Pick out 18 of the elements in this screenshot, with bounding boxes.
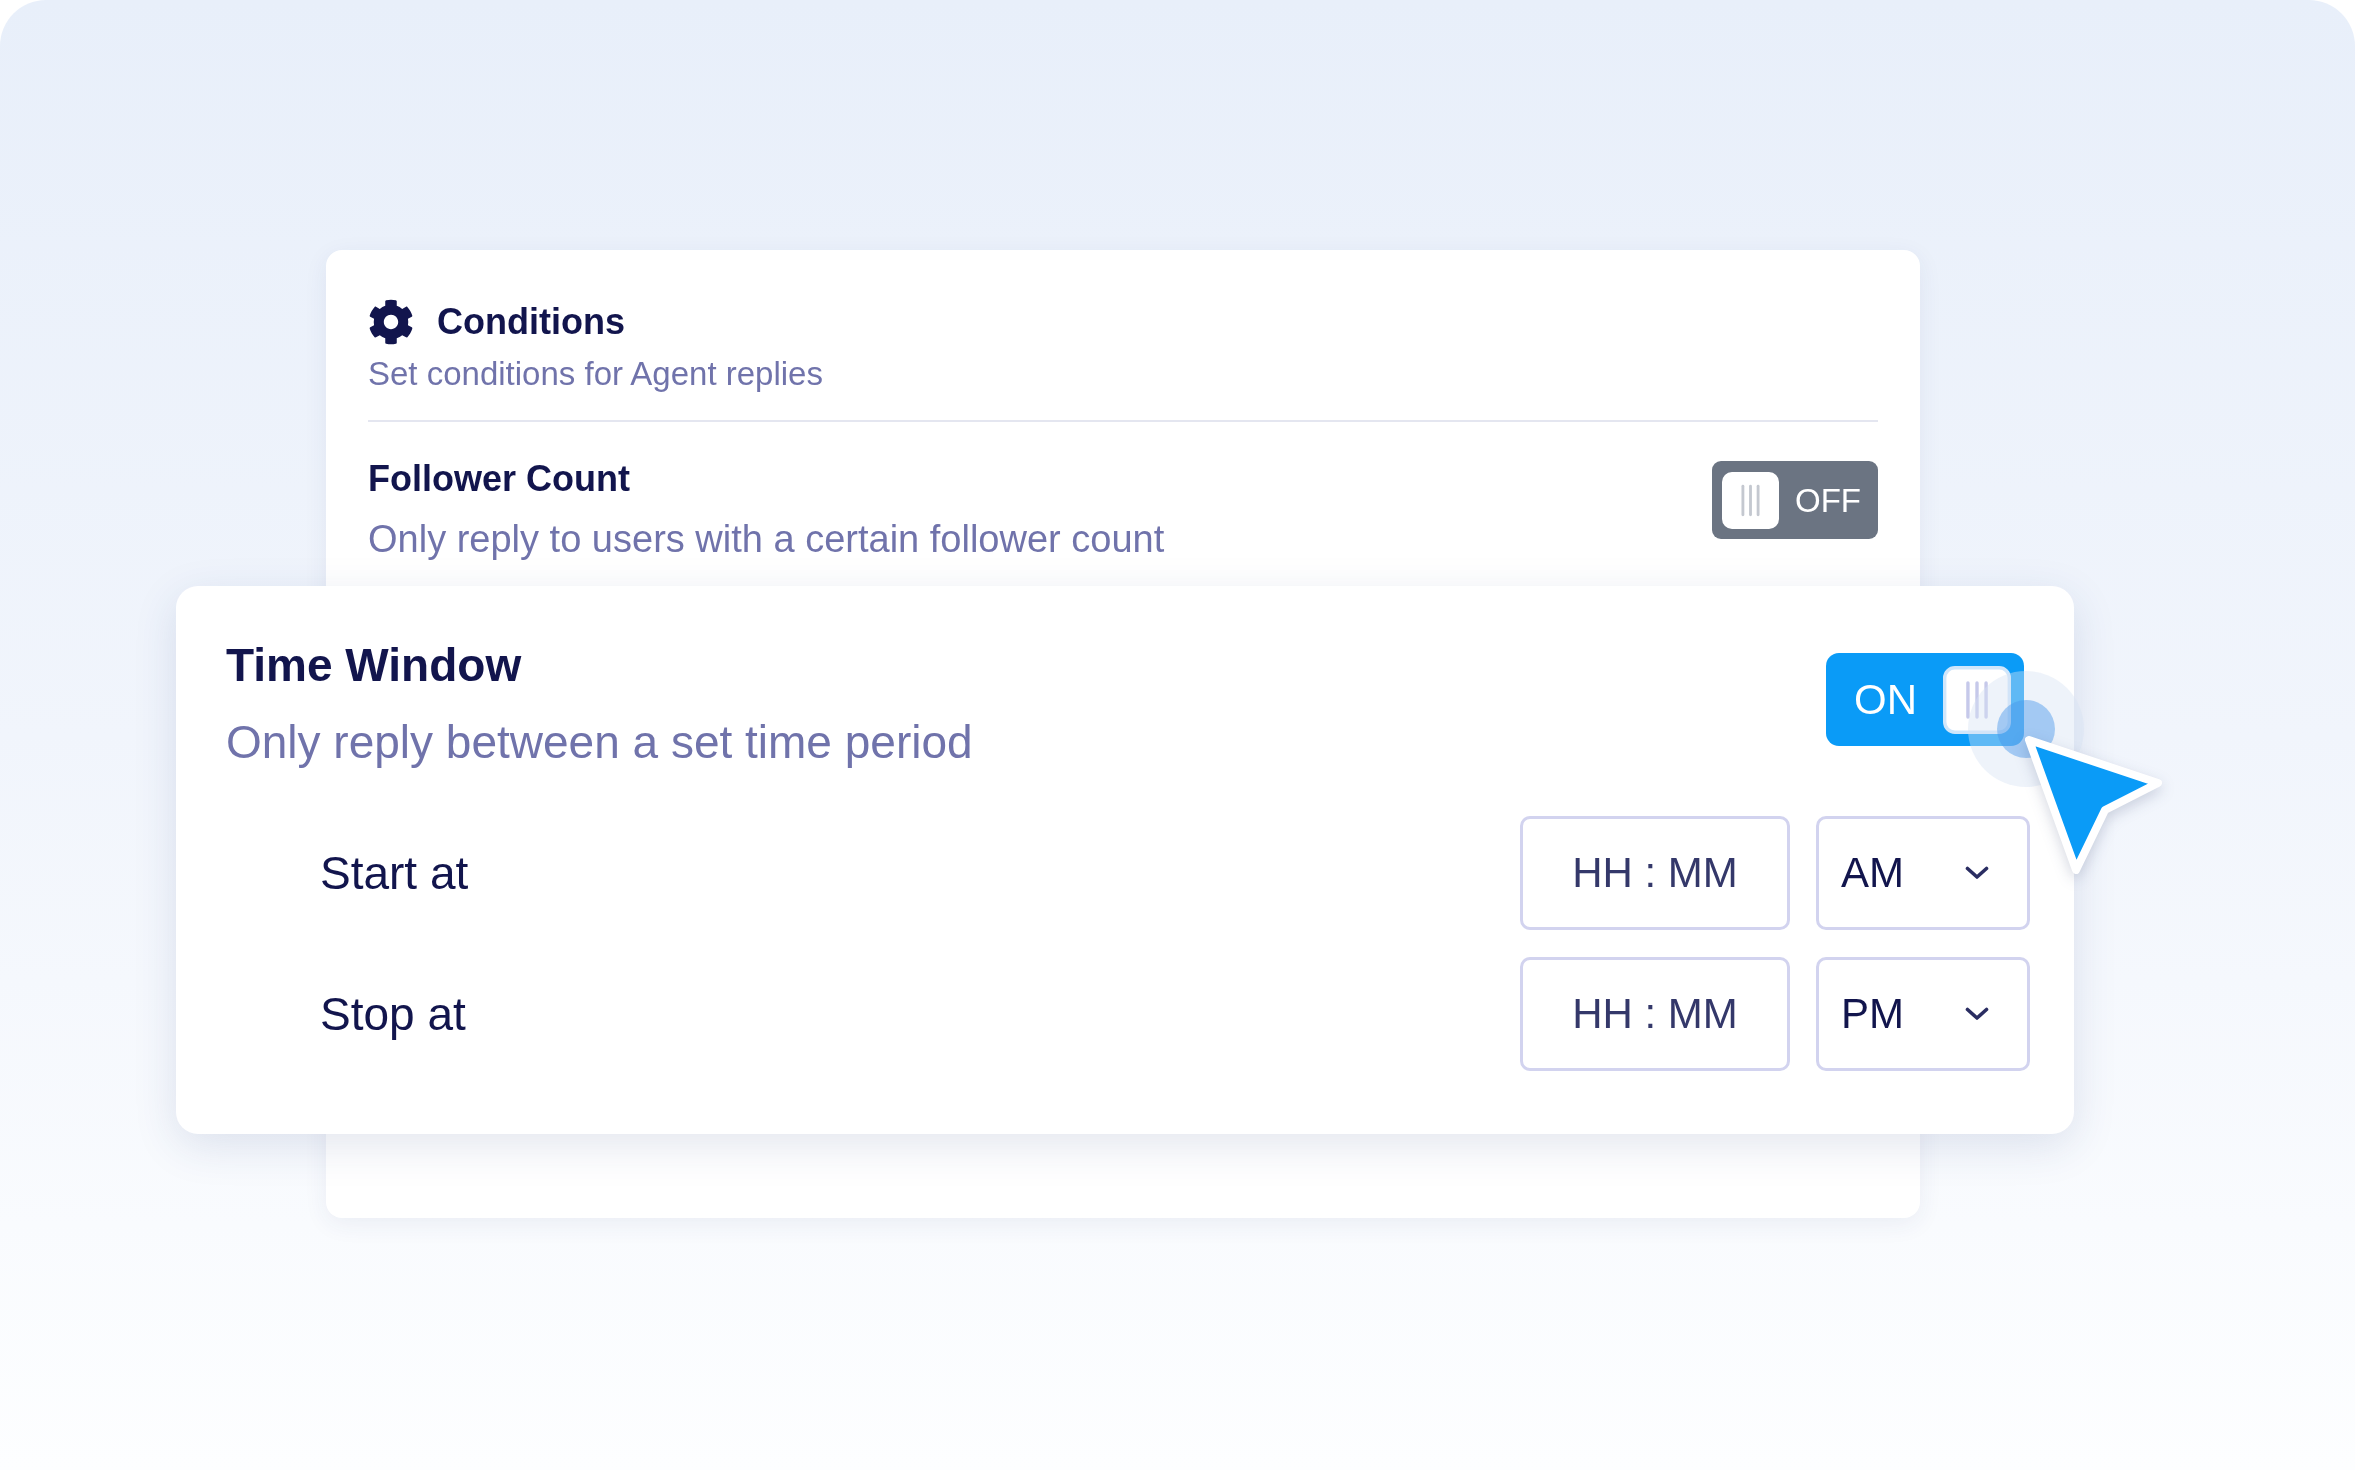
panel-title: Conditions [437,300,625,344]
period-dropdown[interactable]: AM [1816,816,2030,930]
rule-title: Follower Count [368,457,631,501]
grip-handle-icon [1943,665,2011,734]
panel-subtitle: Set conditions for Agent replies [368,354,824,394]
grip-handle-icon [1722,471,1779,529]
rule-title: Time Window [226,638,523,693]
time-label: Start at [320,846,469,901]
toggle-switch[interactable]: OFF [1712,461,1878,539]
gear-icon [368,299,414,345]
time-input[interactable]: HH : MM [1520,816,1790,930]
chevron-down-icon [1965,866,1989,880]
period-dropdown[interactable]: PM [1816,957,2030,1071]
time-label: Stop at [320,987,466,1042]
time-input[interactable]: HH : MM [1520,957,1790,1071]
rule-description: Only reply to users with a certain follower count [368,517,1165,562]
chevron-down-icon [1965,1007,1989,1021]
rule-description: Only reply between a set time period [226,715,973,770]
